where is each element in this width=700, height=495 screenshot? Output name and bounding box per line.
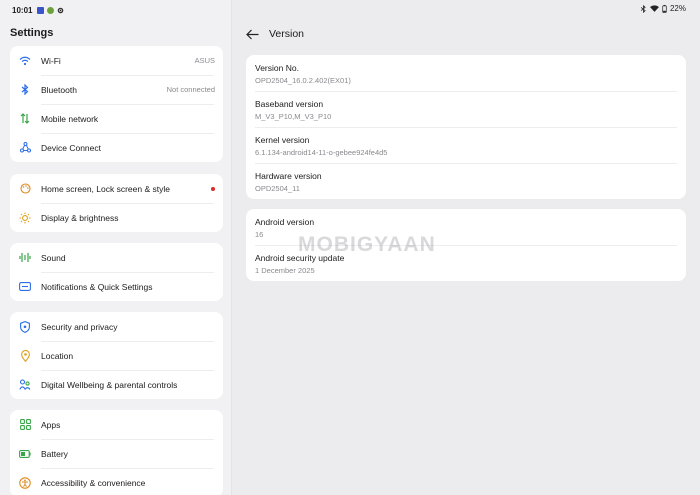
- bluetooth-status-icon: [640, 4, 647, 13]
- item-title: Version No.: [255, 63, 299, 73]
- settings-group-sound: Sound Notifications & Quick Settings: [10, 243, 223, 301]
- wifi-status-icon: [649, 5, 659, 12]
- sidebar-item-location[interactable]: Location: [10, 341, 223, 370]
- version-header: Version: [245, 27, 304, 41]
- item-title: Android version: [255, 217, 315, 227]
- sidebar-item-label: Mobile network: [41, 113, 99, 124]
- sidebar-item-digital-wellbeing[interactable]: Digital Wellbeing & parental controls: [10, 370, 223, 399]
- sidebar-item-mobile-network[interactable]: Mobile network: [10, 104, 223, 133]
- sidebar-item-home-screen[interactable]: Home screen, Lock screen & style: [10, 174, 223, 203]
- mobile-data-icon: [19, 113, 31, 125]
- sidebar-item-label: Wi-Fi: [41, 55, 61, 66]
- sidebar-item-apps[interactable]: Apps: [10, 410, 223, 439]
- accessibility-icon: [19, 476, 31, 489]
- settings-group-personalization: Home screen, Lock screen & style Display…: [10, 174, 223, 232]
- sidebar-item-wifi[interactable]: Wi-Fi ASUS: [10, 46, 223, 75]
- sidebar-item-label: Notifications & Quick Settings: [41, 281, 153, 292]
- sidebar-item-value: Not connected: [166, 85, 215, 94]
- sidebar-item-label: Device Connect: [41, 142, 102, 153]
- sidebar-item-battery[interactable]: Battery: [10, 439, 223, 468]
- sound-icon: [19, 252, 31, 264]
- back-arrow-icon[interactable]: [245, 27, 259, 41]
- watermark: MOBIGYAAN: [298, 233, 436, 256]
- shield-notification-icon: [47, 6, 55, 14]
- notifications-icon: [19, 281, 31, 293]
- sidebar-item-value: ASUS: [194, 56, 215, 65]
- notification-app-icon: [37, 6, 45, 14]
- status-right: 22%: [640, 4, 686, 13]
- sidebar-item-display[interactable]: Display & brightness: [10, 203, 223, 232]
- sidebar-item-notifications[interactable]: Notifications & Quick Settings: [10, 272, 223, 301]
- settings-group-system: Apps Battery Accessibility & convenience: [10, 410, 223, 495]
- kernel-version-item[interactable]: Kernel version 6.1.134-android14-11-o-ge…: [255, 127, 677, 163]
- sidebar-item-accessibility[interactable]: Accessibility & convenience: [10, 468, 223, 495]
- status-bar: 10:01 22%: [0, 0, 700, 20]
- settings-title: Settings: [10, 27, 54, 39]
- palette-icon: [19, 183, 31, 195]
- status-left: 10:01: [12, 6, 64, 15]
- battery-icon: [19, 448, 31, 460]
- item-title: Kernel version: [255, 135, 310, 145]
- gear-notification-icon: [57, 7, 64, 14]
- location-pin-icon: [19, 349, 31, 362]
- settings-group-privacy: Security and privacy Location Digital We…: [10, 312, 223, 399]
- item-value: OPD2504_11: [255, 184, 300, 193]
- sidebar-item-sound[interactable]: Sound: [10, 243, 223, 272]
- item-title: Hardware version: [255, 171, 322, 181]
- item-value: OPD2504_16.0.2.402(EX01): [255, 76, 351, 85]
- hardware-version-item[interactable]: Hardware version OPD2504_11: [255, 163, 677, 199]
- sidebar-item-label: Battery: [41, 448, 68, 459]
- item-value: 1 December 2025: [255, 266, 315, 275]
- version-info-card: Version No. OPD2504_16.0.2.402(EX01) Bas…: [246, 55, 686, 199]
- item-value: M_V3_P10,M_V3_P10: [255, 112, 332, 121]
- sidebar-item-security[interactable]: Security and privacy: [10, 312, 223, 341]
- sidebar-item-label: Security and privacy: [41, 321, 118, 332]
- apps-grid-icon: [19, 419, 31, 431]
- shield-icon: [19, 320, 31, 333]
- sidebar-item-label: Sound: [41, 252, 66, 263]
- brightness-icon: [19, 212, 31, 224]
- sidebar-item-bluetooth[interactable]: Bluetooth Not connected: [10, 75, 223, 104]
- wifi-icon: [19, 55, 31, 67]
- battery-percent: 22%: [669, 4, 686, 13]
- sidebar-item-device-connect[interactable]: Device Connect: [10, 133, 223, 162]
- notification-dot: [211, 186, 215, 191]
- sidebar-item-label: Digital Wellbeing & parental controls: [41, 379, 178, 390]
- baseband-version-item[interactable]: Baseband version M_V3_P10,M_V3_P10: [255, 91, 677, 127]
- version-number-item[interactable]: Version No. OPD2504_16.0.2.402(EX01): [255, 55, 677, 91]
- settings-group-connectivity: Wi-Fi ASUS Bluetooth Not connected Mobil…: [10, 46, 223, 162]
- sidebar-item-label: Home screen, Lock screen & style: [41, 183, 170, 194]
- status-time: 10:01: [12, 5, 33, 15]
- battery-status-icon: [662, 4, 667, 13]
- sidebar-item-label: Accessibility & convenience: [41, 477, 146, 488]
- item-title: Baseband version: [255, 99, 324, 109]
- sidebar-item-label: Bluetooth: [41, 84, 77, 95]
- device-connect-icon: [19, 142, 31, 154]
- bluetooth-icon: [19, 84, 31, 96]
- sidebar-item-label: Display & brightness: [41, 212, 119, 223]
- sidebar-item-label: Location: [41, 350, 74, 361]
- screen: 10:01 22% Settings Wi-Fi ASUS Bluetooth …: [0, 0, 700, 495]
- item-value: 6.1.134-android14-11-o-gebee924fe4d5: [255, 148, 388, 157]
- page-title: Version: [269, 28, 305, 40]
- sidebar-item-label: Apps: [41, 419, 61, 430]
- settings-sidebar: Settings Wi-Fi ASUS Bluetooth Not connec…: [0, 0, 232, 495]
- wellbeing-icon: [19, 379, 31, 391]
